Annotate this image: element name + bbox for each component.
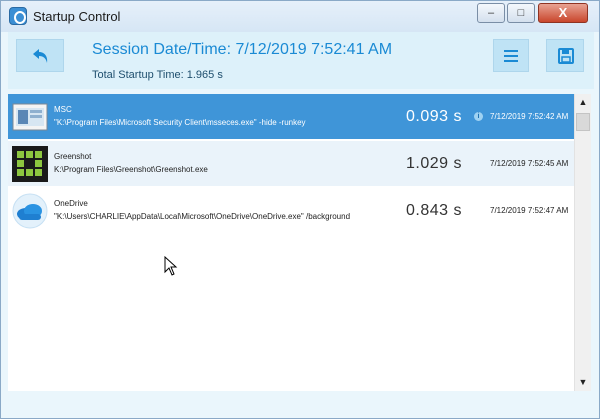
greenshot-icon <box>11 145 49 183</box>
hamburger-menu-icon-line <box>504 60 518 62</box>
menu-button[interactable] <box>493 39 529 72</box>
item-name: OneDrive <box>54 199 88 208</box>
item-path: "K:\Program Files\Microsoft Security Cli… <box>54 118 306 127</box>
item-duration: 1.029 s <box>406 155 462 172</box>
hamburger-menu-icon <box>504 50 518 52</box>
list-item[interactable]: OneDrive "K:\Users\CHARLIE\AppData\Local… <box>8 188 574 233</box>
item-time: 7/12/2019 7:52:45 AM <box>490 159 569 168</box>
undo-arrow-icon <box>33 49 48 63</box>
scroll-thumb[interactable] <box>576 113 590 131</box>
list-item[interactable]: Greenshot K:\Program Files\Greenshot\Gre… <box>8 141 574 186</box>
startup-items-list: MSC "K:\Program Files\Microsoft Security… <box>8 94 574 391</box>
total-startup-time: Total Startup Time: 1.965 s <box>92 69 223 81</box>
vertical-scrollbar[interactable]: ▲ ▼ <box>574 94 591 391</box>
startup-control-app-icon <box>9 7 27 25</box>
item-name: Greenshot <box>54 152 92 161</box>
close-button[interactable]: X <box>538 3 588 23</box>
item-path: K:\Program Files\Greenshot\Greenshot.exe <box>54 165 208 174</box>
item-time: 7/12/2019 7:52:42 AM <box>490 112 569 121</box>
session-date-time: Session Date/Time: 7/12/2019 7:52:41 AM <box>92 41 393 58</box>
item-duration: 0.093 s <box>406 108 462 125</box>
mouse-pointer-icon <box>164 256 178 276</box>
minimize-button[interactable]: – <box>477 3 505 23</box>
microsoft-security-client-icon <box>11 98 49 136</box>
window-title: Startup Control <box>33 9 121 24</box>
item-time: 7/12/2019 7:52:47 AM <box>490 206 569 215</box>
item-name: MSC <box>54 105 72 114</box>
back-button[interactable] <box>16 39 64 72</box>
item-path: "K:\Users\CHARLIE\AppData\Local\Microsof… <box>54 212 351 221</box>
scroll-up-arrow-icon[interactable]: ▲ <box>575 94 591 111</box>
save-button[interactable] <box>546 39 584 72</box>
onedrive-cloud-icon <box>11 192 49 230</box>
list-item[interactable]: MSC "K:\Program Files\Microsoft Security… <box>8 94 574 139</box>
session-header: Session Date/Time: 7/12/2019 7:52:41 AM … <box>8 32 594 89</box>
scroll-down-arrow-icon[interactable]: ▼ <box>575 374 591 391</box>
title-bar[interactable]: Startup Control – □ X <box>1 1 599 32</box>
info-icon[interactable]: i <box>474 112 483 121</box>
footer-strip <box>8 391 594 413</box>
item-duration: 0.843 s <box>406 202 462 219</box>
startup-control-window: Startup Control – □ X Session Date/Time:… <box>0 0 600 419</box>
floppy-disk-icon <box>558 48 574 64</box>
maximize-button[interactable]: □ <box>507 3 535 23</box>
hamburger-menu-icon-line <box>504 55 518 57</box>
